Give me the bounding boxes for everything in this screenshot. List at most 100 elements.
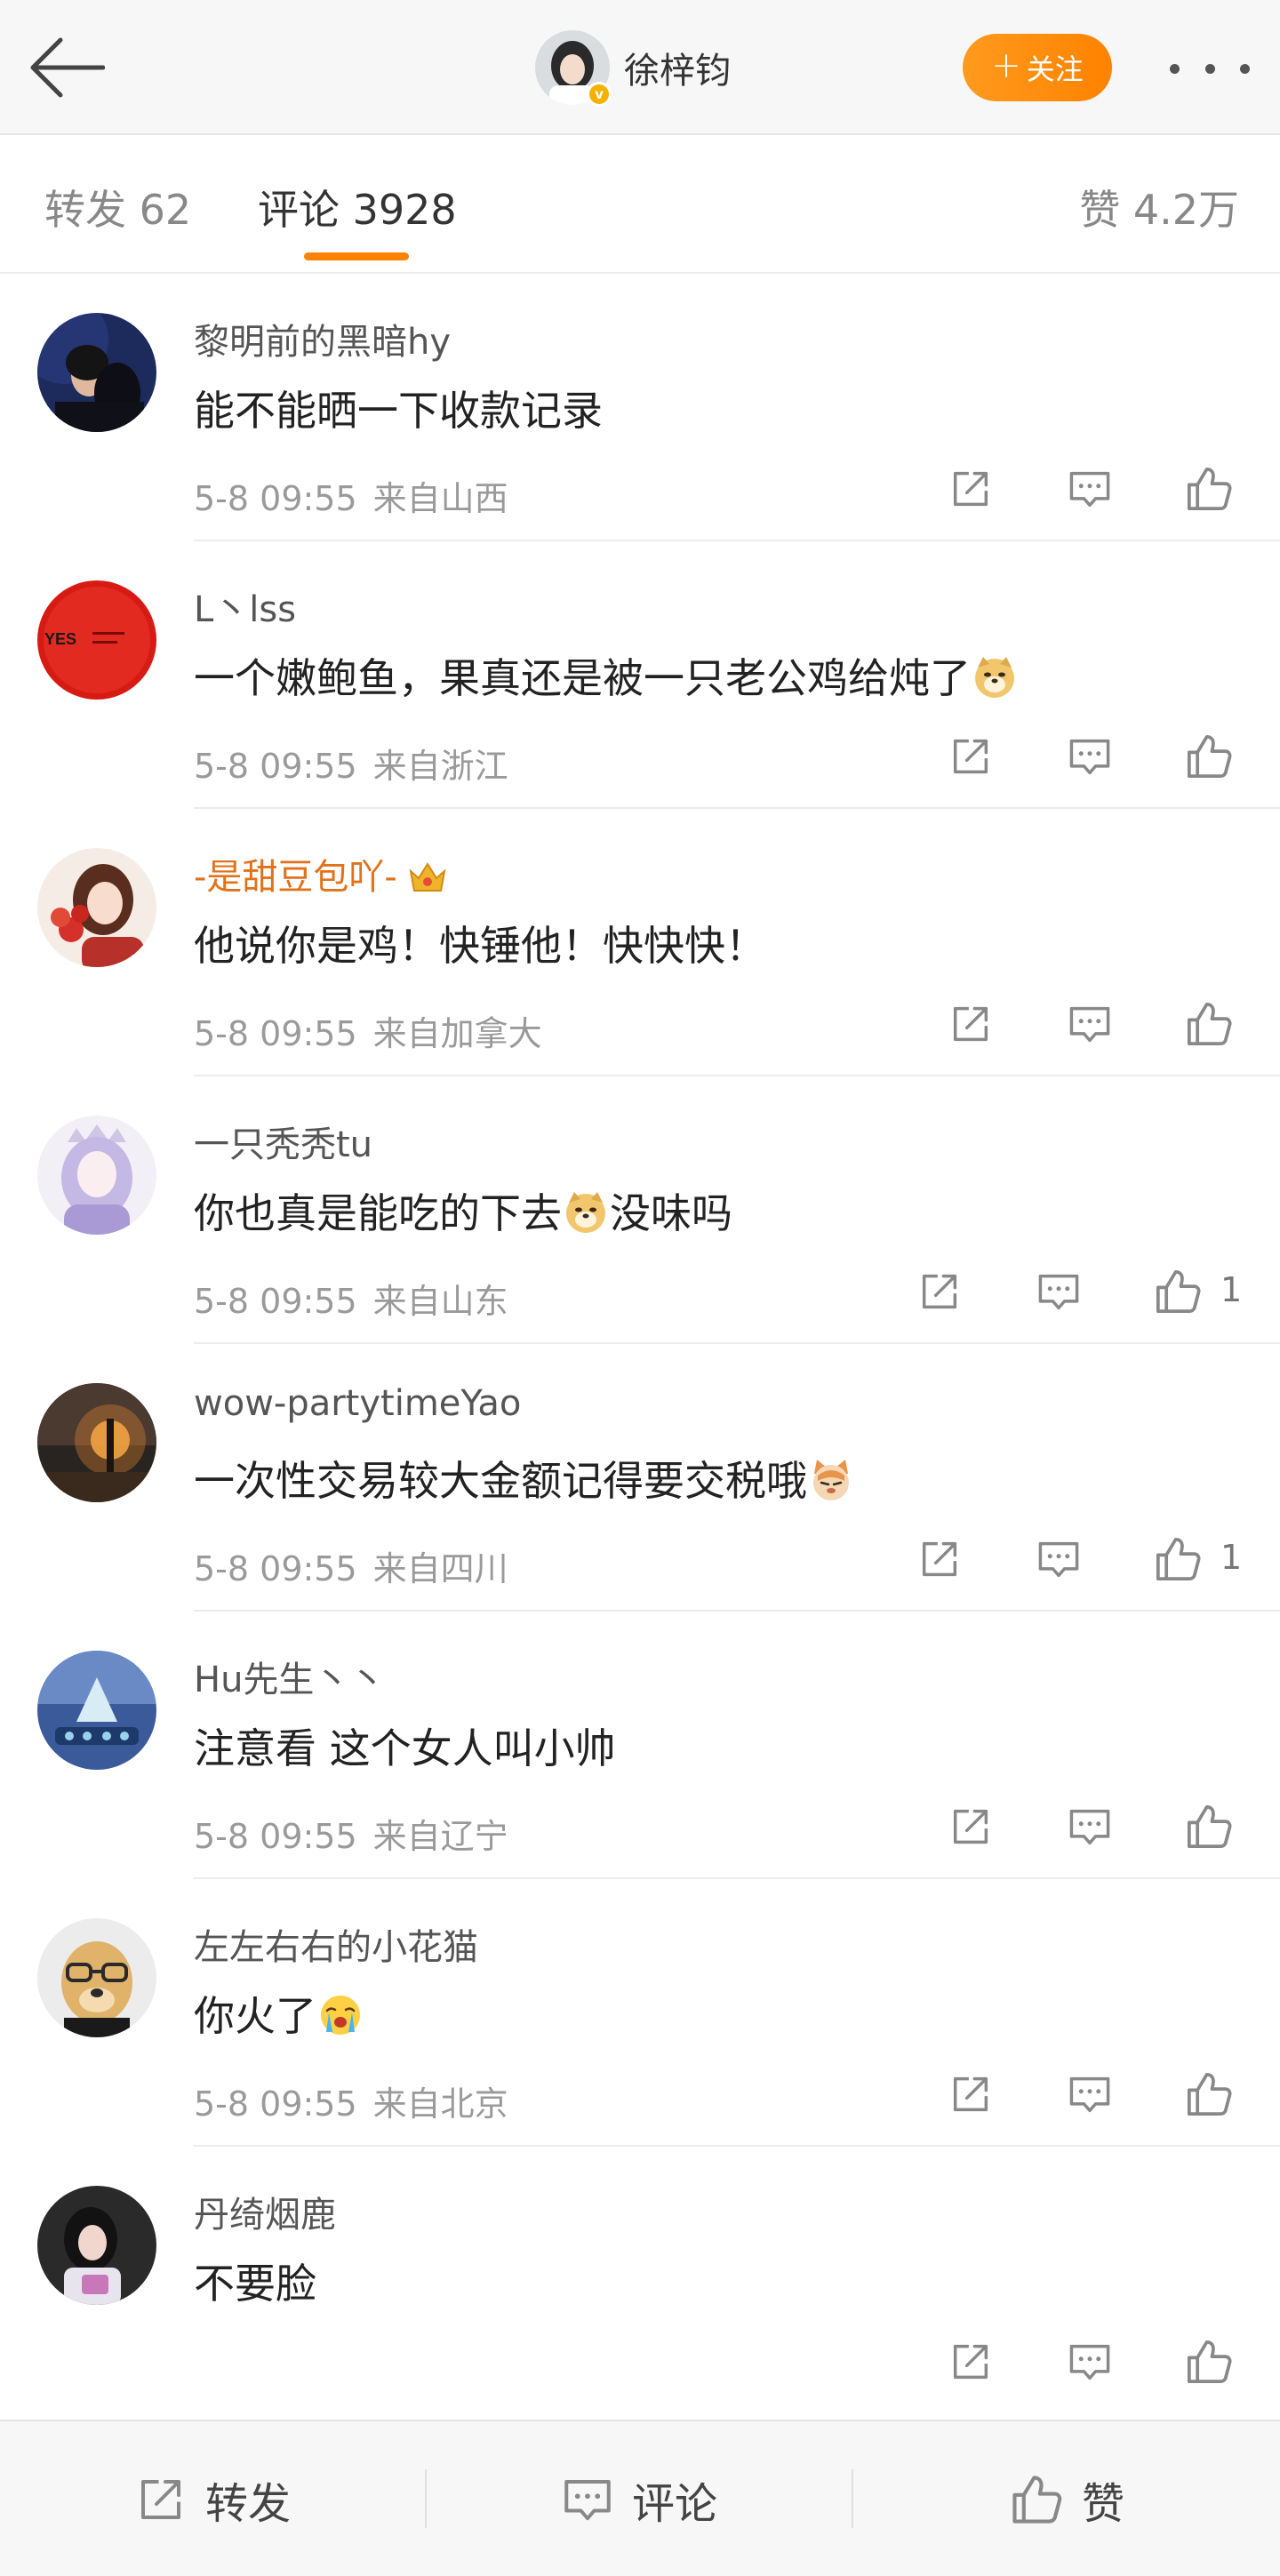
like-icon xyxy=(1009,2472,1064,2527)
comment-icon[interactable] xyxy=(1032,1532,1085,1586)
like-icon[interactable] xyxy=(1182,2068,1236,2121)
tab-comment[interactable]: 评论 3928 xyxy=(258,178,457,236)
avatar[interactable] xyxy=(37,1651,156,1770)
tab-like[interactable]: 赞 4.2万 xyxy=(1079,178,1239,236)
author-avatar[interactable]: v xyxy=(535,30,612,107)
share-icon[interactable] xyxy=(944,1800,997,1853)
share-icon xyxy=(134,2473,188,2526)
comment-item: 一只秃秃tu 你也真是能吃的下去 没味吗 5-8 09:55 来自山东 1 xyxy=(0,1076,1280,1344)
comment-actions xyxy=(944,730,1246,783)
share-icon[interactable] xyxy=(944,462,997,516)
like-icon[interactable] xyxy=(1182,997,1236,1051)
tab-repost[interactable]: 转发 62 xyxy=(44,178,191,236)
comment-item: YES L丶lss 一个嫩鲍鱼，果真还是被一只老公鸡给炖了 5-8 09:55 来… xyxy=(0,541,1280,809)
like-label: 赞 xyxy=(1081,2479,1124,2529)
crying-emoji-icon xyxy=(318,1993,363,2037)
comment-actions xyxy=(944,462,1246,516)
share-icon[interactable] xyxy=(944,730,997,783)
share-icon[interactable] xyxy=(913,1532,966,1586)
comment-text-part: 你火了 xyxy=(194,1992,316,2040)
author-name[interactable]: 徐梓钧 xyxy=(624,42,731,93)
share-icon[interactable] xyxy=(913,1265,966,1318)
comment-icon[interactable] xyxy=(1063,462,1116,516)
like-icon[interactable] xyxy=(1182,462,1236,516)
share-icon[interactable] xyxy=(944,2335,997,2388)
more-icon[interactable] xyxy=(1170,53,1250,84)
comment-username[interactable]: 丹绮烟鹿 xyxy=(194,2186,336,2237)
doge-emoji-icon xyxy=(564,1190,608,1235)
comment-text: 他说你是鸡！快锤他！快快快！ xyxy=(194,922,766,970)
comment-text: 注意看 这个女人叫小帅 xyxy=(194,1724,616,1772)
comment-location: 来自北京 xyxy=(372,2084,508,2124)
comment-text: 不要脸 xyxy=(194,2260,316,2308)
repost-label: 转发 xyxy=(204,2479,291,2529)
comment-meta: 5-8 09:55 来自浙江 xyxy=(194,739,508,788)
comment-meta: 5-8 09:55 来自山东 xyxy=(194,1274,508,1323)
comment-text: 一个嫩鲍鱼，果真还是被一只老公鸡给炖了 xyxy=(194,646,1019,705)
avatar[interactable] xyxy=(37,2186,156,2305)
share-icon[interactable] xyxy=(944,2068,997,2121)
comment-icon[interactable] xyxy=(1063,1800,1116,1853)
cat-emoji-icon xyxy=(809,1458,853,1502)
avatar[interactable] xyxy=(37,313,156,432)
active-tab-indicator xyxy=(304,252,409,260)
comment-username[interactable]: 黎明前的黑暗hy xyxy=(194,313,451,364)
share-icon[interactable] xyxy=(944,997,997,1051)
comment-icon[interactable] xyxy=(1063,2335,1116,2388)
back-button[interactable] xyxy=(27,36,107,100)
comment-text: 能不能晒一下收款记录 xyxy=(194,387,603,435)
comment-item: wow-partytimeYao 一次性交易较大金额记得要交税哦 5-8 09:… xyxy=(0,1344,1280,1612)
post-author[interactable]: v 徐梓钧 xyxy=(535,30,731,107)
back-arrow-icon xyxy=(30,37,105,98)
like-icon[interactable] xyxy=(1182,1800,1236,1853)
comment-item: Hu先生丶丶 注意看 这个女人叫小帅 5-8 09:55 来自辽宁 xyxy=(0,1612,1280,1879)
like-icon[interactable] xyxy=(1182,730,1236,783)
comment-username[interactable]: -是甜豆包吖- xyxy=(194,848,447,900)
verified-icon: v xyxy=(587,82,612,107)
repost-button[interactable]: 转发 xyxy=(0,2421,425,2576)
like-icon[interactable] xyxy=(1151,1265,1204,1318)
comment-actions: 1 xyxy=(913,1532,1268,1586)
comment-location: 来自浙江 xyxy=(372,747,508,786)
comment-actions xyxy=(944,997,1246,1051)
comment-location: 来自四川 xyxy=(372,1549,508,1588)
comment-actions xyxy=(944,2335,1246,2388)
comment-icon xyxy=(561,2473,614,2526)
comment-icon[interactable] xyxy=(1063,2068,1116,2121)
like-icon[interactable] xyxy=(1182,2335,1236,2388)
like-button[interactable]: 赞 xyxy=(853,2421,1280,2576)
bottom-action-bar: 转发 评论 赞 xyxy=(0,2420,1280,2576)
comment-icon[interactable] xyxy=(1032,1265,1085,1318)
comment-icon[interactable] xyxy=(1063,730,1116,783)
like-count: 1 xyxy=(1220,1538,1243,1577)
avatar[interactable] xyxy=(37,1918,156,2037)
comment-username[interactable]: Hu先生丶丶 xyxy=(194,1651,385,1702)
comment-button[interactable]: 评论 xyxy=(427,2421,852,2576)
comment-time: 5-8 09:55 xyxy=(194,2084,357,2124)
comment-username[interactable]: 一只秃秃tu xyxy=(194,1116,372,1167)
comment-meta: 5-8 09:55 来自四川 xyxy=(194,1541,508,1590)
avatar[interactable] xyxy=(37,1116,156,1235)
svg-text:YES: YES xyxy=(44,630,76,648)
like-icon[interactable] xyxy=(1151,1532,1204,1586)
comment-item: 黎明前的黑暗hy 能不能晒一下收款记录 5-8 09:55 来自山西 xyxy=(0,274,1280,541)
comment-username[interactable]: 左左右右的小花猫 xyxy=(194,1918,478,1970)
comment-username[interactable]: wow-partytimeYao xyxy=(194,1383,521,1424)
comment-location: 来自加拿大 xyxy=(372,1014,542,1053)
like-count: 1 xyxy=(1220,1270,1243,1309)
comment-location: 来自辽宁 xyxy=(372,1817,508,1856)
comment-text: 你火了 xyxy=(194,1984,364,2043)
comment-meta: 5-8 09:55 来自山西 xyxy=(194,471,508,520)
follow-label: 关注 xyxy=(1026,52,1084,86)
avatar[interactable]: YES xyxy=(37,580,156,700)
comment-location: 来自山东 xyxy=(372,1282,508,1321)
comment-icon[interactable] xyxy=(1063,997,1116,1051)
comment-username[interactable]: L丶lss xyxy=(194,580,296,632)
comment-time: 5-8 09:55 xyxy=(194,1282,357,1321)
follow-button[interactable]: + 关注 xyxy=(963,34,1112,101)
avatar[interactable] xyxy=(37,1383,156,1502)
doge-emoji-icon xyxy=(972,655,1017,700)
comment-meta: 5-8 09:55 来自北京 xyxy=(194,2076,508,2125)
avatar[interactable] xyxy=(37,848,156,967)
comment-time: 5-8 09:55 xyxy=(194,1549,357,1588)
